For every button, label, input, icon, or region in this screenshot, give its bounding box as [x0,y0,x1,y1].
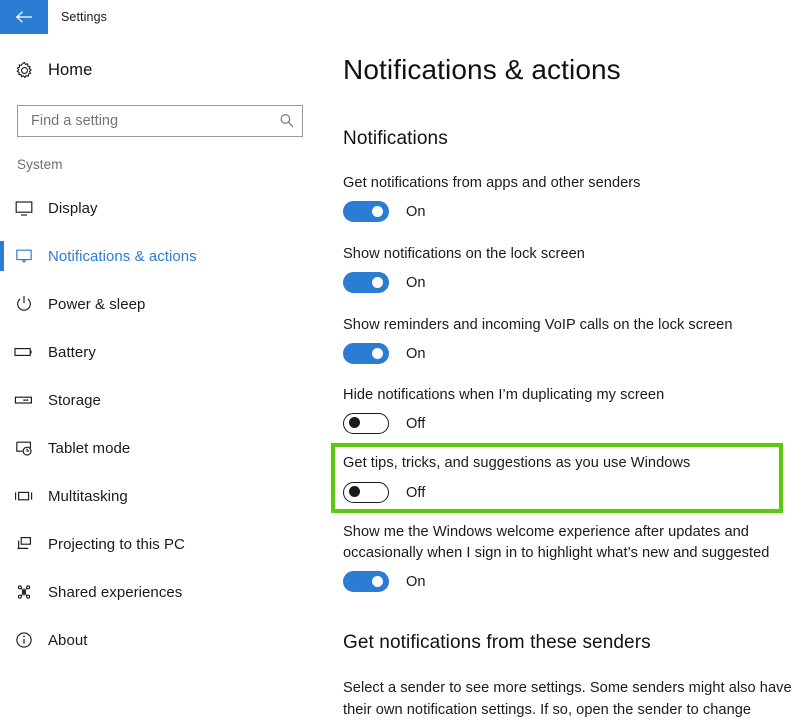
setting-label-windows-welcome-experience: Show me the Windows welcome experience a… [343,524,770,561]
toggle-switch[interactable] [343,201,389,222]
sidebar-item-label: Power & sleep [48,295,146,313]
toggle-state-label: On [406,203,426,220]
sidebar-item-projecting-to-this-pc[interactable]: Projecting to this PC [0,520,330,568]
search-icon[interactable] [272,113,302,129]
toggle-get-tips-tricks-suggestions[interactable]: Off [343,482,425,503]
battery-icon [0,342,48,362]
power-icon [0,294,48,314]
main-content: Notifications & actions Notifications Ge… [330,34,807,725]
sidebar-item-label: About [48,631,88,649]
sidebar-item-label: Multitasking [48,487,128,505]
sidebar-item-about[interactable]: About [0,616,330,664]
toggle-state-label: On [406,274,426,291]
monitor-icon [0,198,48,218]
sidebar-item-label: Display [48,199,98,217]
sidebar-item-battery[interactable]: Battery [0,328,330,376]
search-box[interactable] [17,105,303,137]
setting-label-show-reminders-voip: Show reminders and incoming VoIP calls o… [343,317,733,333]
toggle-state-label: Off [406,484,426,501]
back-button[interactable] [0,0,48,34]
settings-window: Settings Home Find a setting System Disp… [0,0,807,725]
setting-label-get-notifications-from-apps: Get notifications from apps and other se… [343,175,641,191]
setting-label-show-notifications-lock-screen: Show notifications on the lock screen [343,246,585,262]
sidebar-item-notifications-and-actions[interactable]: Notifications & actions [0,232,330,280]
sidebar: Home System [0,34,330,725]
sidebar-item-label: Battery [48,343,96,361]
setting-label-get-tips-tricks-suggestions: Get tips, tricks, and suggestions as you… [343,455,691,471]
sidebar-item-label: Tablet mode [48,439,131,457]
share-nodes-icon [0,582,48,602]
notification-balloon-icon [0,246,48,266]
setting-label-hide-notifications-duplicating: Hide notifications when I’m duplicating … [343,387,665,403]
sidebar-item-label: Projecting to this PC [48,535,185,553]
sidebar-item-label: Notifications & actions [48,247,197,265]
sidebar-nav-list: Display Notifications & actions Power & … [0,184,330,664]
toggle-state-label: Off [406,415,426,432]
sidebar-item-power-and-sleep[interactable]: Power & sleep [0,280,330,328]
drive-icon [0,390,48,410]
sidebar-item-label: Storage [48,391,101,409]
back-arrow-icon [15,11,32,23]
toggle-show-notifications-lock-screen[interactable]: On [343,272,426,293]
sidebar-item-label: Shared experiences [48,583,183,601]
toggle-get-notifications-from-apps[interactable]: On [343,201,426,222]
sidebar-item-shared-experiences[interactable]: Shared experiences [0,568,330,616]
toggle-switch[interactable] [343,482,389,503]
search-input[interactable] [18,106,272,136]
toggle-switch[interactable] [343,571,389,592]
title-bar: Settings [0,0,807,34]
sidebar-item-storage[interactable]: Storage [0,376,330,424]
tablet-touch-icon [0,438,48,458]
toggle-switch[interactable] [343,343,389,364]
page-title: Notifications & actions [343,54,621,85]
toggle-windows-welcome-experience[interactable]: On [343,571,426,592]
selection-indicator [0,241,4,271]
info-circle-icon [0,630,48,650]
notifications-section-heading: Notifications [343,128,448,149]
project-screen-icon [0,534,48,554]
sidebar-item-multitasking[interactable]: Multitasking [0,472,330,520]
sidebar-home-label: Home [48,60,93,79]
sidebar-item-tablet-mode[interactable]: Tablet mode [0,424,330,472]
toggle-hide-notifications-duplicating[interactable]: Off [343,413,425,434]
sidebar-item-home[interactable]: Home [0,52,330,88]
toggle-switch[interactable] [343,272,389,293]
multitask-window-icon [0,486,48,506]
sidebar-group-label: System [17,157,63,172]
sidebar-item-display[interactable]: Display [0,184,330,232]
toggle-state-label: On [406,573,426,590]
senders-section-heading: Get notifications from these senders [343,632,651,653]
toggle-state-label: On [406,345,426,362]
toggle-switch[interactable] [343,413,389,434]
window-title: Settings [61,10,107,24]
senders-description: Select a sender to see more settings. So… [343,680,792,718]
gear-icon [0,61,48,80]
toggle-show-reminders-voip[interactable]: On [343,343,426,364]
